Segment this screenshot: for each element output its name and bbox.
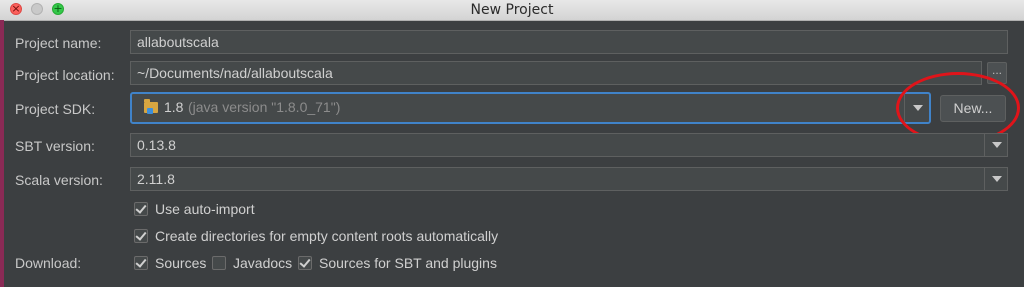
sources-label[interactable]: Sources <box>155 255 206 271</box>
title-bar: × + New Project <box>0 0 1024 21</box>
sbt-version-label: SBT version: <box>15 138 95 154</box>
checkmark-icon <box>135 256 147 268</box>
create-directories-checkbox[interactable] <box>134 229 148 243</box>
chevron-down-icon[interactable] <box>992 176 1002 182</box>
sdk-detail: (java version "1.8.0_71") <box>188 99 341 115</box>
checkmark-icon <box>135 229 147 241</box>
dropdown-divider <box>984 134 985 156</box>
sbt-version-value: 0.13.8 <box>137 137 176 153</box>
javadocs-checkbox[interactable] <box>212 256 226 270</box>
sources-checkbox[interactable] <box>134 256 148 270</box>
scala-version-label: Scala version: <box>15 172 103 188</box>
auto-import-label[interactable]: Use auto-import <box>155 201 255 217</box>
sdk-version: 1.8 <box>164 99 184 115</box>
scala-version-select[interactable]: 2.11.8 <box>130 167 1008 191</box>
checkmark-icon <box>135 202 147 214</box>
project-location-field[interactable]: ~/Documents/nad/allaboutscala <box>130 61 982 85</box>
project-sdk-label: Project SDK: <box>15 101 96 117</box>
dropdown-divider <box>984 168 985 190</box>
download-label: Download: <box>15 255 82 271</box>
checkmark-icon <box>299 256 311 268</box>
project-sdk-select[interactable]: 1.8 (java version "1.8.0_71") <box>130 92 931 124</box>
sbt-version-select[interactable]: 0.13.8 <box>130 133 1008 157</box>
project-location-label: Project location: <box>15 67 115 83</box>
javadocs-label[interactable]: Javadocs <box>233 255 292 271</box>
jdk-folder-icon <box>144 99 158 114</box>
scala-version-value: 2.11.8 <box>137 171 175 187</box>
project-name-label: Project name: <box>15 35 102 51</box>
auto-import-checkbox[interactable] <box>134 202 148 216</box>
project-name-field[interactable]: allaboutscala <box>130 30 1008 54</box>
chevron-down-icon[interactable] <box>992 142 1002 148</box>
sbt-sources-label[interactable]: Sources for SBT and plugins <box>319 255 497 271</box>
sbt-sources-checkbox[interactable] <box>298 256 312 270</box>
create-directories-label[interactable]: Create directories for empty content roo… <box>155 228 498 244</box>
window-title: New Project <box>470 2 554 18</box>
background-window-edge <box>0 20 4 287</box>
